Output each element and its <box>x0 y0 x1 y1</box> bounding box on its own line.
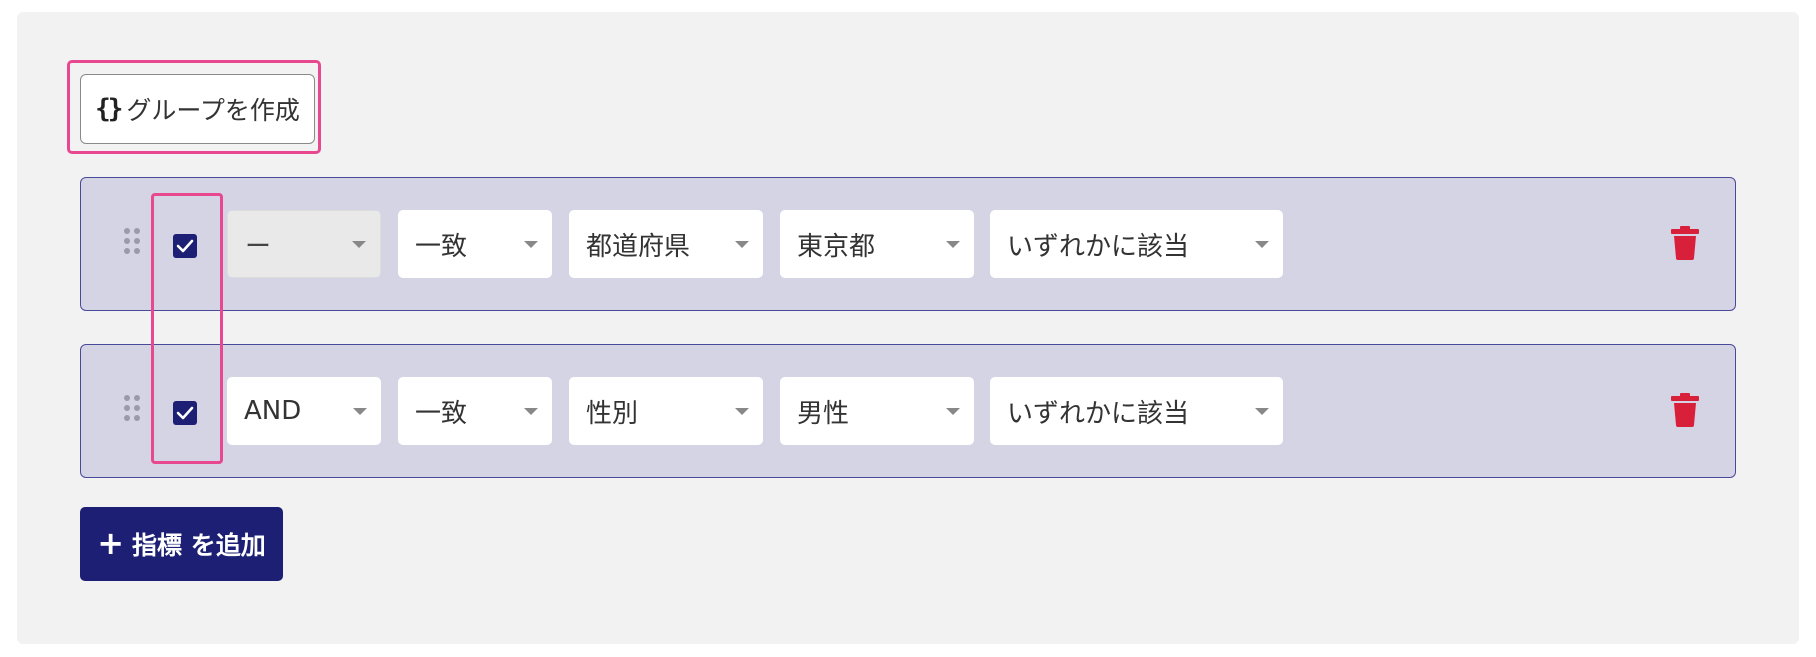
value-value: 男性 <box>797 398 850 429</box>
row-checkbox[interactable] <box>173 234 197 258</box>
plus-icon: + <box>97 523 125 562</box>
chevron-down-icon <box>1255 241 1269 248</box>
row-checkbox[interactable] <box>173 401 197 425</box>
field-select[interactable]: 性別 <box>569 377 763 445</box>
chevron-down-icon <box>946 241 960 248</box>
trash-icon[interactable] <box>1671 393 1699 427</box>
logic-operator-value: ー <box>245 231 272 262</box>
checkmark-icon <box>176 406 194 420</box>
match-type-value: 一致 <box>415 231 468 262</box>
field-select[interactable]: 都道府県 <box>569 210 763 278</box>
chevron-down-icon <box>524 408 538 415</box>
match-type-select[interactable]: 一致 <box>398 377 552 445</box>
chevron-down-icon <box>735 241 749 248</box>
chevron-down-icon <box>1255 408 1269 415</box>
value-select[interactable]: 男性 <box>780 377 974 445</box>
chevron-down-icon <box>946 408 960 415</box>
logic-operator-select[interactable]: AND <box>227 377 381 445</box>
chevron-down-icon <box>352 241 366 248</box>
chevron-down-icon <box>735 408 749 415</box>
match-mode-select[interactable]: いずれかに該当 <box>990 377 1283 445</box>
logic-operator-value: AND <box>244 396 302 426</box>
logic-operator-select: ー <box>227 210 381 278</box>
value-select[interactable]: 東京都 <box>780 210 974 278</box>
match-mode-value: いずれかに該当 <box>1007 231 1190 262</box>
add-metric-button[interactable]: + 指標 を追加 <box>80 507 283 581</box>
chevron-down-icon <box>524 241 538 248</box>
drag-handle-icon[interactable] <box>124 228 142 258</box>
create-group-label: グループを作成 <box>126 96 300 125</box>
drag-handle-icon[interactable] <box>124 395 142 425</box>
value-value: 東京都 <box>797 231 876 262</box>
condition-row: ー 一致 都道府県 東京都 いずれかに該当 <box>80 177 1736 311</box>
create-group-button[interactable]: {} グループを作成 <box>80 74 315 144</box>
chevron-down-icon <box>353 408 367 415</box>
match-mode-select[interactable]: いずれかに該当 <box>990 210 1283 278</box>
match-type-value: 一致 <box>415 398 468 429</box>
checkmark-icon <box>176 239 194 253</box>
braces-icon: {} <box>95 94 123 124</box>
match-mode-value: いずれかに該当 <box>1007 398 1190 429</box>
add-metric-label: 指標 を追加 <box>132 531 266 560</box>
condition-row: AND 一致 性別 男性 いずれかに該当 <box>80 344 1736 478</box>
field-value: 性別 <box>586 398 639 429</box>
match-type-select[interactable]: 一致 <box>398 210 552 278</box>
field-value: 都道府県 <box>586 231 691 262</box>
trash-icon[interactable] <box>1671 226 1699 260</box>
